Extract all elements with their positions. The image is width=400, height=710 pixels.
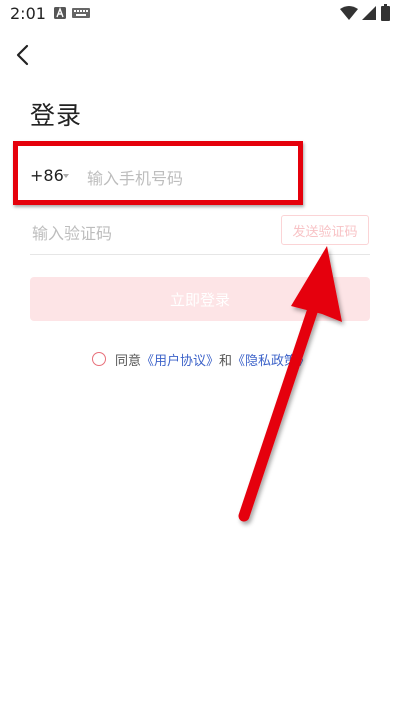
wifi-icon — [340, 6, 358, 20]
chevron-left-icon — [16, 44, 29, 66]
agreement-and: 和 — [219, 353, 233, 369]
keyboard-icon — [72, 8, 90, 18]
agree-checkbox[interactable] — [92, 352, 106, 366]
country-code-selector[interactable]: +86 — [30, 166, 64, 185]
arrow-shaft — [238, 288, 324, 522]
login-screen: 2:01 登录 +86 输入手机号码 输入验证码 发送验证码 立即登录 同意 《… — [0, 0, 400, 710]
page-title: 登录 — [30, 101, 83, 130]
status-time: 2:01 — [10, 4, 46, 23]
user-agreement-link[interactable]: 《用户协议》 — [141, 350, 219, 369]
agreement-row: 同意 《用户协议》 和 《隐私政策》 — [92, 349, 310, 369]
signal-icon — [362, 6, 376, 20]
code-row: 发送验证码 — [30, 212, 370, 255]
verification-code-input[interactable] — [30, 218, 264, 248]
status-bar: 2:01 — [0, 0, 400, 28]
android-icon — [54, 7, 66, 19]
login-button[interactable]: 立即登录 — [30, 277, 370, 321]
privacy-policy-link[interactable]: 《隐私政策》 — [232, 350, 310, 369]
phone-row: +86 — [30, 158, 300, 198]
phone-input[interactable] — [85, 162, 299, 194]
agreement-prefix: 同意 — [115, 353, 142, 369]
caret-down-icon[interactable] — [63, 174, 69, 178]
send-code-button[interactable]: 发送验证码 — [281, 215, 369, 245]
battery-icon — [381, 4, 390, 21]
back-button[interactable] — [10, 40, 38, 70]
